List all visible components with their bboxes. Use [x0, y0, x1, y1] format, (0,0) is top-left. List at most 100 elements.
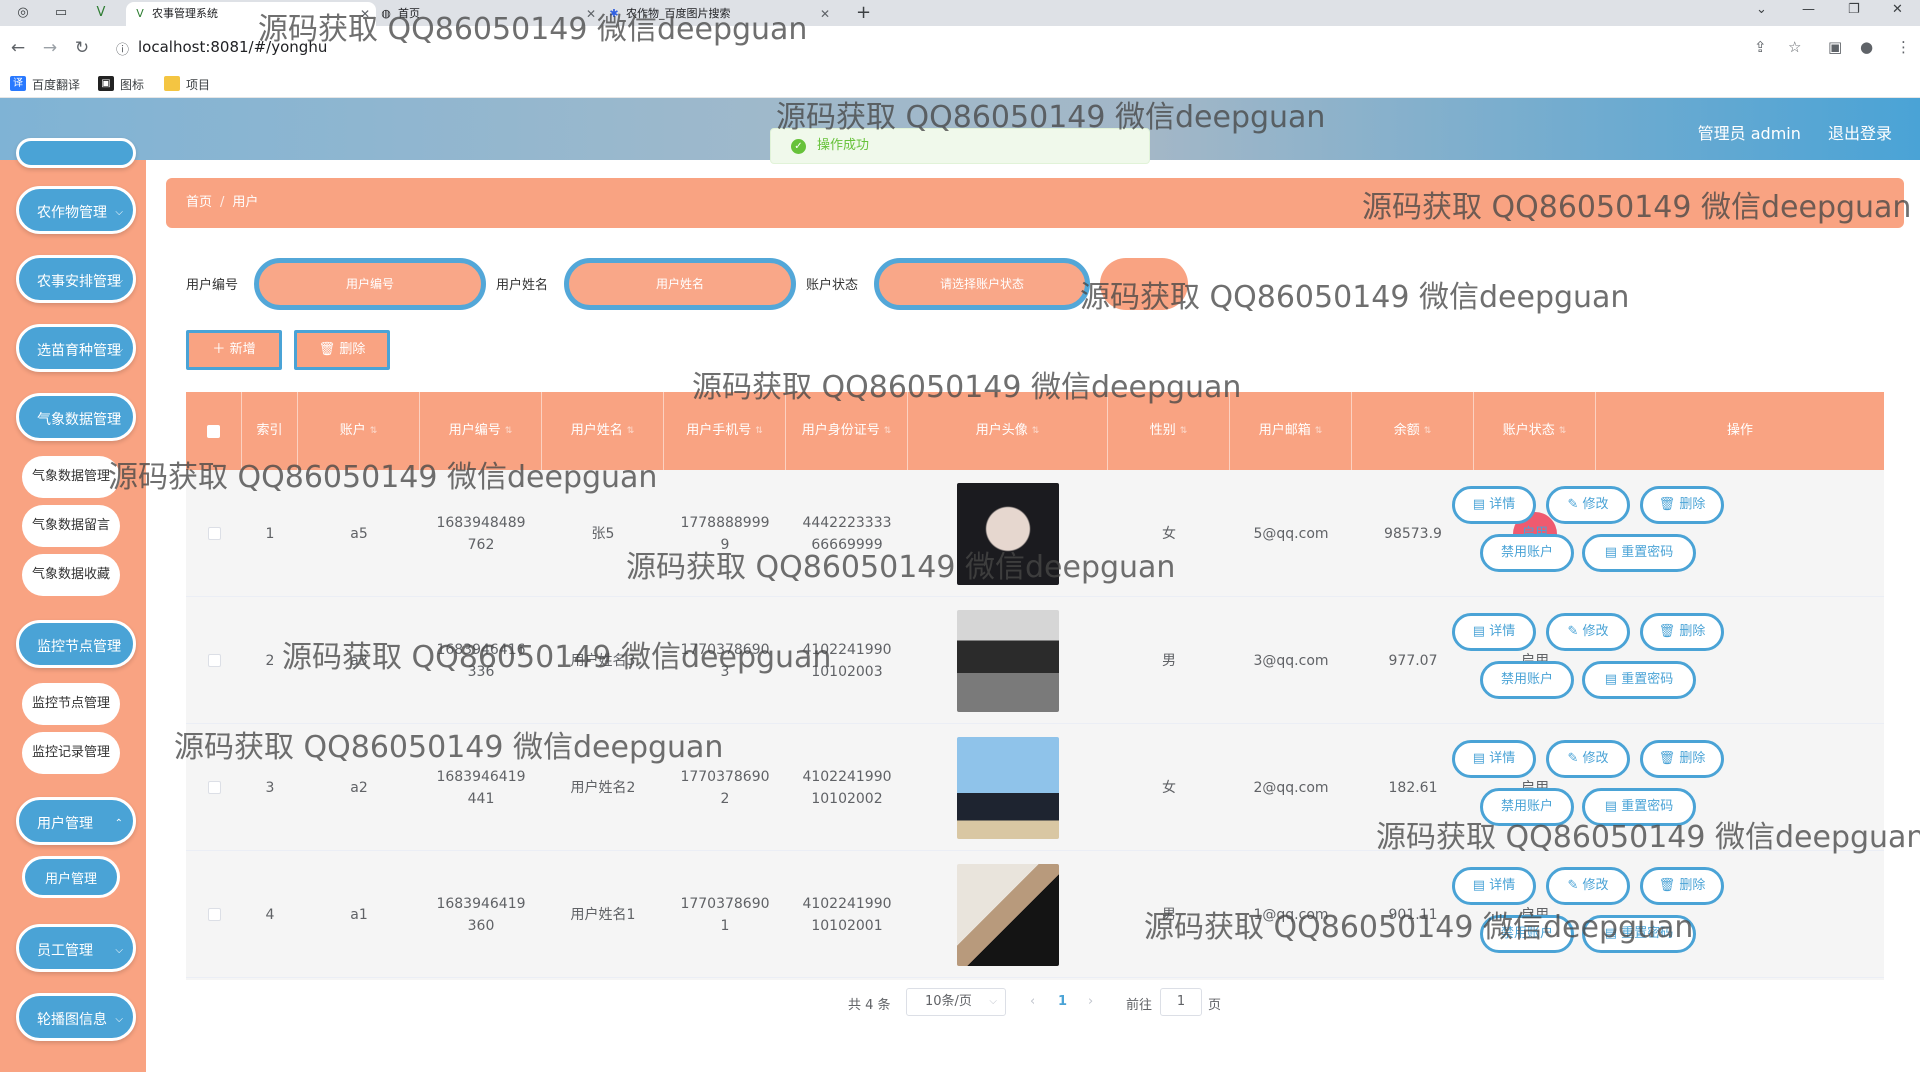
back-icon[interactable]: ←: [8, 38, 28, 58]
reset-password-button[interactable]: ▤ 重置密码: [1582, 915, 1696, 953]
edit-button[interactable]: ✎ 修改: [1546, 486, 1630, 524]
tab-app[interactable]: V 农事管理系统 ✕: [126, 2, 376, 26]
browser-menu-icon[interactable]: ◎: [14, 4, 32, 22]
edit-button[interactable]: ✎ 修改: [1546, 613, 1630, 651]
avatar[interactable]: [957, 482, 1059, 585]
profile-icon[interactable]: ●: [1860, 38, 1873, 56]
close-tab-icon[interactable]: ✕: [586, 2, 596, 26]
close-window-icon[interactable]: ✕: [1892, 2, 1903, 17]
th-user-name[interactable]: 用户姓名 ⇅: [542, 392, 664, 470]
select-all-checkbox[interactable]: [186, 392, 242, 470]
th-status[interactable]: 账户状态 ⇅: [1474, 392, 1596, 470]
detail-button[interactable]: ▤ 详情: [1452, 486, 1536, 524]
sidebar-item-monitor-nodes[interactable]: 监控节点管理 ⌃: [16, 620, 136, 668]
th-phone[interactable]: 用户手机号 ⇅: [664, 392, 786, 470]
share-icon[interactable]: ⇪: [1754, 38, 1767, 56]
cell-name: 张5: [591, 525, 615, 542]
sidebar-item-users[interactable]: 用户管理 ⌃: [16, 797, 136, 845]
avatar[interactable]: [957, 863, 1059, 966]
restore-icon[interactable]: ❐: [1848, 2, 1860, 17]
edit-button[interactable]: ✎ 修改: [1546, 867, 1630, 905]
logout-link[interactable]: 退出登录: [1828, 124, 1892, 143]
status-select[interactable]: 请选择账户状态: [874, 258, 1090, 310]
delete-button[interactable]: 🗑 删除: [1640, 867, 1724, 905]
cell-account: a3: [350, 652, 368, 669]
sidepanel-icon[interactable]: ▣: [1828, 38, 1842, 56]
th-avatar[interactable]: 用户头像 ⇅: [908, 392, 1108, 470]
sidebar-item-staff[interactable]: 员工管理 ⌵: [16, 924, 136, 972]
sidebar-item-seedling[interactable]: 选苗育种管理 ⌵: [16, 324, 136, 372]
prev-page-icon[interactable]: ‹: [1030, 994, 1035, 1009]
cell-balance: 901.11: [1388, 906, 1438, 923]
sidebar-item-home[interactable]: [16, 138, 136, 168]
disable-account-button[interactable]: 禁用账户: [1480, 915, 1574, 953]
tab-list-chevron-icon[interactable]: ⌄: [1756, 2, 1767, 17]
sidebar-sub-weather-data[interactable]: 气象数据管理: [22, 456, 120, 498]
row-checkbox[interactable]: [186, 597, 242, 724]
delete-button[interactable]: 🗑 删除: [1640, 613, 1724, 651]
th-account[interactable]: 账户 ⇅: [298, 392, 420, 470]
detail-button[interactable]: ▤ 详情: [1452, 740, 1536, 778]
row-checkbox[interactable]: [186, 851, 242, 978]
site-info-icon[interactable]: ⓘ: [116, 39, 129, 58]
new-tab-icon[interactable]: +: [856, 2, 871, 23]
reset-password-button[interactable]: ▤ 重置密码: [1582, 788, 1696, 826]
sidebar-item-crops[interactable]: 农作物管理 ⌵: [16, 186, 136, 234]
sidebar-sub-weather-comments[interactable]: 气象数据留言: [22, 505, 120, 547]
reset-password-button[interactable]: ▤ 重置密码: [1582, 534, 1696, 572]
disable-account-button[interactable]: 禁用账户: [1480, 534, 1574, 572]
close-tab-icon[interactable]: ✕: [820, 2, 830, 26]
next-page-icon[interactable]: ›: [1088, 994, 1093, 1009]
bookmark-baidu-fanyi[interactable]: 译百度翻译: [10, 76, 80, 93]
cell-id-card: 410224199010102003: [802, 641, 892, 680]
document-icon: ▤: [1472, 751, 1490, 766]
tab-baidu[interactable]: ✱ 农作物_百度图片搜索 ✕: [600, 2, 836, 26]
edit-button[interactable]: ✎ 修改: [1546, 740, 1630, 778]
sidebar-item-farm-schedule[interactable]: 农事安排管理 ⌵: [16, 255, 136, 303]
row-checkbox[interactable]: [186, 724, 242, 851]
sidebar-sub-monitor-nodes[interactable]: 监控节点管理: [22, 683, 120, 725]
add-button[interactable]: ＋ 新增: [186, 330, 282, 370]
goto-page-input[interactable]: 1: [1160, 988, 1202, 1016]
sidebar-sub-monitor-records[interactable]: 监控记录管理: [22, 732, 120, 774]
disable-account-button[interactable]: 禁用账户: [1480, 788, 1574, 826]
cell-gender: 女: [1162, 779, 1176, 796]
row-checkbox[interactable]: [186, 470, 242, 597]
reset-password-button[interactable]: ▤ 重置密码: [1582, 661, 1696, 699]
url-field[interactable]: localhost:8081/#/yonghu: [138, 38, 327, 56]
close-tab-icon[interactable]: ✕: [360, 2, 370, 26]
page-number-current[interactable]: 1: [1058, 994, 1067, 1009]
disable-account-button[interactable]: 禁用账户: [1480, 661, 1574, 699]
minimize-icon[interactable]: —: [1802, 2, 1815, 17]
user-no-input[interactable]: 用户编号: [254, 258, 486, 310]
detail-button[interactable]: ▤ 详情: [1452, 613, 1536, 651]
th-id-card[interactable]: 用户身份证号 ⇅: [786, 392, 908, 470]
avatar[interactable]: [957, 736, 1059, 839]
chevron-down-icon: ⌵: [115, 345, 123, 356]
th-gender[interactable]: 性别 ⇅: [1108, 392, 1230, 470]
more-menu-icon[interactable]: ⋮: [1896, 38, 1911, 56]
detail-button[interactable]: ▤ 详情: [1452, 867, 1536, 905]
tab-search-icon[interactable]: ▭: [52, 4, 70, 22]
sidebar-item-weather[interactable]: 气象数据管理 ⌃: [16, 393, 136, 441]
bookmark-icons[interactable]: ▣ 图标: [98, 76, 144, 93]
bookmark-project[interactable]: 项目: [164, 76, 210, 93]
avatar[interactable]: [957, 609, 1059, 712]
breadcrumb-home[interactable]: 首页: [186, 195, 212, 210]
sidebar-sub-weather-favorites[interactable]: 气象数据收藏: [22, 554, 120, 596]
tab-home[interactable]: ◍ 首页 ✕: [372, 2, 602, 26]
sidebar-sub-users[interactable]: 用户管理: [22, 856, 120, 898]
th-user-no[interactable]: 用户编号 ⇅: [420, 392, 542, 470]
user-name-input[interactable]: 用户姓名: [564, 258, 796, 310]
th-balance[interactable]: 余额 ⇅: [1352, 392, 1474, 470]
delete-button[interactable]: 🗑 删除: [1640, 740, 1724, 778]
batch-delete-button[interactable]: 🗑 删除: [294, 330, 390, 370]
star-icon[interactable]: ☆: [1788, 38, 1801, 56]
th-email[interactable]: 用户邮箱 ⇅: [1230, 392, 1352, 470]
search-button[interactable]: [1100, 258, 1188, 310]
forward-icon[interactable]: →: [40, 38, 60, 58]
reload-icon[interactable]: ↻: [72, 38, 92, 58]
delete-button[interactable]: 🗑 删除: [1640, 486, 1724, 524]
cell-account: a5: [350, 525, 368, 542]
page-size-select[interactable]: 10条/页 ⌵: [906, 988, 1006, 1016]
